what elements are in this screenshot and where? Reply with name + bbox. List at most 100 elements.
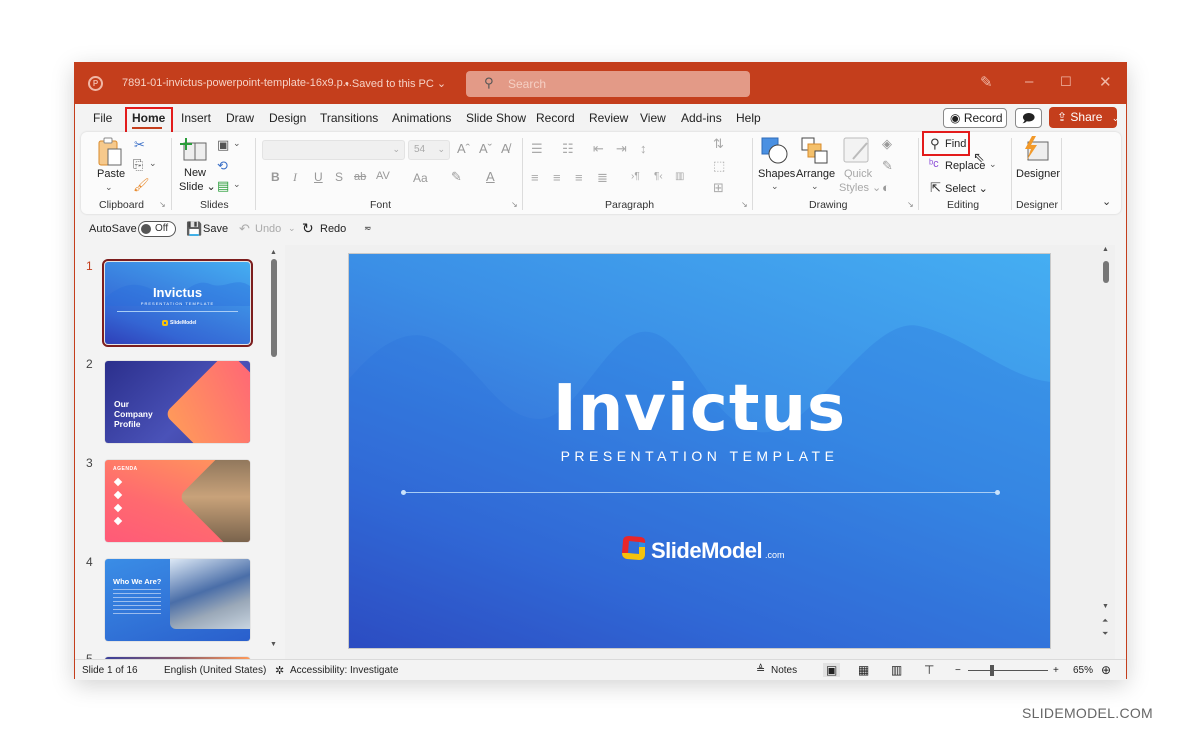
- align-right-icon[interactable]: ≡: [575, 171, 583, 184]
- chevron-down-icon[interactable]: ⌄: [233, 139, 241, 148]
- autosave-toggle[interactable]: Off: [138, 221, 176, 237]
- quick-styles-label[interactable]: Quick: [844, 168, 872, 180]
- chevron-down-icon[interactable]: ⌄: [989, 160, 997, 169]
- quick-styles-icon[interactable]: [843, 137, 871, 165]
- designer-button[interactable]: Designer: [1016, 168, 1060, 180]
- search-box[interactable]: ⚲ Search: [466, 71, 750, 97]
- new-slide-label[interactable]: New: [184, 167, 206, 179]
- reset-icon[interactable]: ⟲: [217, 159, 228, 172]
- tab-slide-show[interactable]: Slide Show: [466, 111, 526, 125]
- thumbnails-scrollbar[interactable]: ▲ ▼: [268, 245, 280, 659]
- shape-outline-icon[interactable]: ✎: [882, 159, 893, 172]
- notes-button[interactable]: Notes: [771, 665, 797, 676]
- chevron-down-icon[interactable]: ⌄: [233, 180, 241, 189]
- decrease-indent-icon[interactable]: ⇤: [593, 142, 604, 155]
- tab-add-ins[interactable]: Add-ins: [681, 111, 722, 125]
- paste-icon[interactable]: [97, 137, 123, 167]
- maximize-button[interactable]: ☐: [1060, 74, 1072, 90]
- decrease-font-icon[interactable]: Aˇ: [479, 142, 492, 155]
- redo-icon[interactable]: ↻: [302, 220, 314, 237]
- columns-icon[interactable]: ▥: [675, 172, 684, 182]
- slide-subtitle[interactable]: PRESENTATION TEMPLATE: [349, 448, 1050, 464]
- chevron-down-icon[interactable]: ⌄: [811, 182, 819, 191]
- tab-file[interactable]: File: [93, 111, 112, 125]
- document-name[interactable]: 7891-01-invictus-powerpoint-template-16x…: [122, 77, 352, 89]
- text-shadow-button[interactable]: S: [335, 171, 343, 183]
- slide-thumbnail-1[interactable]: Invictus PRESENTATION TEMPLATE SlideMode…: [102, 259, 253, 347]
- shapes-button[interactable]: Shapes: [758, 168, 795, 180]
- chevron-down-icon[interactable]: ⌄: [288, 223, 296, 234]
- shape-fill-icon[interactable]: ◈: [882, 137, 892, 150]
- comments-button[interactable]: 🗩: [1015, 108, 1042, 128]
- arrange-icon[interactable]: [801, 137, 829, 165]
- italic-button[interactable]: I: [293, 171, 297, 183]
- undo-icon[interactable]: ↶: [239, 221, 250, 237]
- find-icon[interactable]: ⚲: [930, 137, 940, 150]
- increase-font-icon[interactable]: Aˆ: [457, 142, 470, 155]
- arrange-button[interactable]: Arrange: [796, 168, 835, 180]
- new-slide-dropdown[interactable]: Slide ⌄: [179, 180, 216, 193]
- font-name-dropdown[interactable]: ⌄: [262, 140, 405, 160]
- tab-view[interactable]: View: [640, 111, 666, 125]
- bold-button[interactable]: B: [271, 171, 280, 183]
- fit-to-window-icon[interactable]: ⊕: [1101, 663, 1111, 677]
- shape-effects-icon[interactable]: ◐: [882, 181, 890, 194]
- paste-button[interactable]: Paste: [97, 168, 125, 180]
- align-left-icon[interactable]: ≡: [531, 171, 539, 184]
- current-slide[interactable]: Invictus PRESENTATION TEMPLATE SlideMode…: [348, 253, 1051, 649]
- normal-view-icon[interactable]: ▣: [823, 663, 841, 677]
- rtl-icon[interactable]: ¶‹: [654, 172, 663, 182]
- chevron-down-icon[interactable]: ⌄: [105, 183, 113, 192]
- dialog-launcher-icon[interactable]: ↘: [741, 200, 748, 209]
- record-button[interactable]: ◉ Record: [943, 108, 1007, 128]
- zoom-in-button[interactable]: +: [1053, 665, 1059, 676]
- slide-thumbnail-4[interactable]: Who We Are?: [105, 559, 250, 641]
- slide-position[interactable]: Slide 1 of 16: [82, 665, 138, 676]
- new-slide-icon[interactable]: [180, 138, 208, 162]
- character-spacing-button[interactable]: AV: [376, 171, 390, 182]
- next-slide-icon[interactable]: ⏷: [1102, 629, 1108, 639]
- previous-slide-icon[interactable]: ⏶: [1102, 616, 1108, 626]
- close-button[interactable]: ✕: [1099, 73, 1112, 91]
- select-button[interactable]: Select ⌄: [945, 182, 988, 195]
- designer-icon[interactable]: [1022, 136, 1050, 164]
- scroll-down-icon[interactable]: ▼: [270, 641, 277, 648]
- save-status[interactable]: • Saved to this PC ⌄: [345, 77, 446, 90]
- tab-review[interactable]: Review: [589, 111, 628, 125]
- copy-icon[interactable]: ⎘: [133, 158, 143, 171]
- quick-styles-dropdown[interactable]: Styles ⌄: [839, 181, 881, 194]
- undo-button[interactable]: Undo: [255, 223, 281, 235]
- editor-scrollbar[interactable]: ▲ ▼ ⏶ ⏷: [1100, 245, 1112, 659]
- tab-design[interactable]: Design: [269, 111, 306, 125]
- highlighter-icon[interactable]: ✎: [451, 170, 462, 183]
- tab-animations[interactable]: Animations: [392, 111, 451, 125]
- chevron-down-icon[interactable]: ⌄: [771, 182, 779, 191]
- ltr-icon[interactable]: ›¶: [631, 172, 640, 182]
- tab-insert[interactable]: Insert: [181, 111, 211, 125]
- tab-draw[interactable]: Draw: [226, 111, 254, 125]
- reading-view-icon[interactable]: ▥: [891, 663, 902, 677]
- scroll-up-icon[interactable]: ▲: [1102, 246, 1109, 253]
- cut-icon[interactable]: ✂: [134, 138, 145, 151]
- font-size-dropdown[interactable]: 54 ⌄: [408, 140, 450, 160]
- dialog-launcher-icon[interactable]: ↘: [907, 200, 914, 209]
- align-center-icon[interactable]: ≡: [553, 171, 561, 184]
- tab-help[interactable]: Help: [736, 111, 761, 125]
- minimize-button[interactable]: –: [1025, 73, 1033, 90]
- underline-button[interactable]: U: [314, 171, 323, 183]
- save-button[interactable]: Save: [203, 223, 228, 235]
- pen-icon[interactable]: ✎: [980, 73, 993, 91]
- zoom-level[interactable]: 65%: [1073, 665, 1093, 676]
- scroll-down-icon[interactable]: ▼: [1102, 603, 1109, 610]
- scroll-up-icon[interactable]: ▲: [270, 249, 277, 256]
- zoom-out-button[interactable]: −: [955, 665, 961, 676]
- save-icon[interactable]: 💾: [186, 221, 202, 237]
- accessibility-status[interactable]: Accessibility: Investigate: [290, 665, 398, 676]
- redo-button[interactable]: Redo: [320, 223, 346, 235]
- notes-icon[interactable]: ≜: [756, 663, 765, 676]
- text-direction-icon[interactable]: ⇅: [713, 137, 724, 150]
- slide-thumbnail-3[interactable]: AGENDA: [105, 460, 250, 542]
- tab-transitions[interactable]: Transitions: [320, 111, 378, 125]
- language-indicator[interactable]: English (United States): [164, 665, 266, 676]
- shapes-icon[interactable]: [761, 137, 789, 165]
